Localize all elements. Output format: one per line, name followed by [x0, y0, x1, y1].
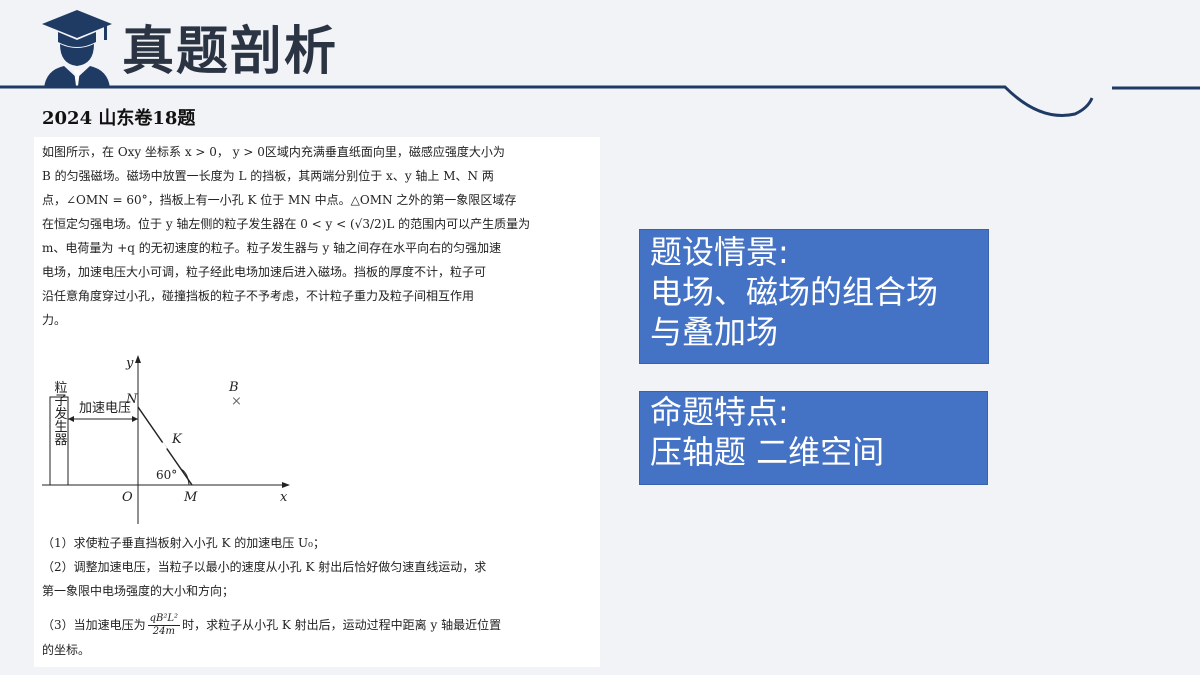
- question-3-line-2: 的坐标。: [42, 643, 91, 657]
- question-3-prefix: （3）当加速电压为: [42, 618, 146, 632]
- problem-source: 2024 山东卷18题: [42, 108, 196, 129]
- features-line: 压轴题 二维空间: [650, 433, 885, 471]
- physics-diagram: 粒子发生器 加速电压 y x O N M K 60° B ×: [42, 355, 290, 524]
- voltage-fraction: qB²L² 24m: [147, 613, 181, 638]
- fraction-numerator: qB²L²: [147, 613, 181, 626]
- field-mark: ×: [231, 394, 242, 409]
- question-2-line-2: 第一象限中电场强度的大小和方向；: [42, 584, 235, 598]
- angle-label: 60°: [156, 468, 177, 482]
- scenario-box: 题设情景: 电场、磁场的组合场 与叠加场: [639, 229, 989, 364]
- scenario-heading: 题设情景:: [650, 233, 789, 271]
- voltage-label: 加速电压: [79, 401, 131, 416]
- problem-line: 如图所示，在 Oxy 坐标系 x > 0， y > 0区域内充满垂直纸面向里，磁…: [42, 145, 505, 159]
- origin-label: O: [122, 490, 133, 505]
- fraction-denominator: 24m: [152, 626, 175, 637]
- problem-line: B 的匀强磁场。磁场中放置一长度为 L 的挡板，其两端分别位于 x、y 轴上 M…: [42, 169, 494, 183]
- scenario-line: 与叠加场: [650, 313, 779, 351]
- field-b-label: B: [228, 380, 239, 395]
- question-3-line-1: （3）当加速电压为 qB²L² 24m 时，求粒子从小孔 K 射出后，运动过程中距离 …: [42, 613, 572, 638]
- problem-line: 力。: [42, 313, 67, 327]
- questions: （1）求使粒子垂直挡板射入小孔 K 的加速电压 U₀； （2）调整加速电压，当粒…: [42, 531, 572, 662]
- point-m-label: M: [183, 490, 198, 505]
- point-k-label: K: [171, 432, 183, 447]
- problem-line: 在恒定匀强电场。位于 y 轴左侧的粒子发生器在 0 < y < (√3/2)L …: [42, 217, 531, 231]
- features-box: 命题特点: 压轴题 二维空间: [639, 391, 988, 485]
- problem-line: 沿任意角度穿过小孔，碰撞挡板的粒子不予考虑，不计粒子重力及粒子间相互作用: [42, 289, 475, 303]
- question-2-line-1: （2）调整加速电压，当粒子以最小的速度从小孔 K 射出后恰好做匀速直线运动，求: [42, 560, 487, 574]
- x-axis-label: x: [280, 490, 288, 505]
- question-1: （1）求使粒子垂直挡板射入小孔 K 的加速电压 U₀；: [42, 536, 325, 550]
- generator-label: 粒子发生器: [52, 381, 68, 447]
- scenario-line: 电场、磁场的组合场: [650, 273, 939, 311]
- question-3-suffix: 时，求粒子从小孔 K 射出后，运动过程中距离 y 轴最近位置: [182, 618, 502, 632]
- problem-line: 电场，加速电压大小可调，粒子经此电场加速后进入磁场。挡板的厚度不计，粒子可: [42, 265, 487, 279]
- problem-line: m、电荷量为 +q 的无初速度的粒子。粒子发生器与 y 轴之间存在水平向右的匀强…: [42, 241, 502, 255]
- problem-line: 点，∠OMN = 60°，挡板上有一小孔 K 位于 MN 中点。△OMN 之外的…: [42, 193, 517, 207]
- features-heading: 命题特点:: [650, 393, 789, 431]
- point-n-label: N: [125, 392, 138, 407]
- problem-statement: 如图所示，在 Oxy 坐标系 x > 0， y > 0区域内充满垂直纸面向里，磁…: [42, 140, 547, 332]
- y-axis-label: y: [125, 356, 134, 371]
- problem-panel: 如图所示，在 Oxy 坐标系 x > 0， y > 0区域内充满垂直纸面向里，磁…: [34, 137, 600, 667]
